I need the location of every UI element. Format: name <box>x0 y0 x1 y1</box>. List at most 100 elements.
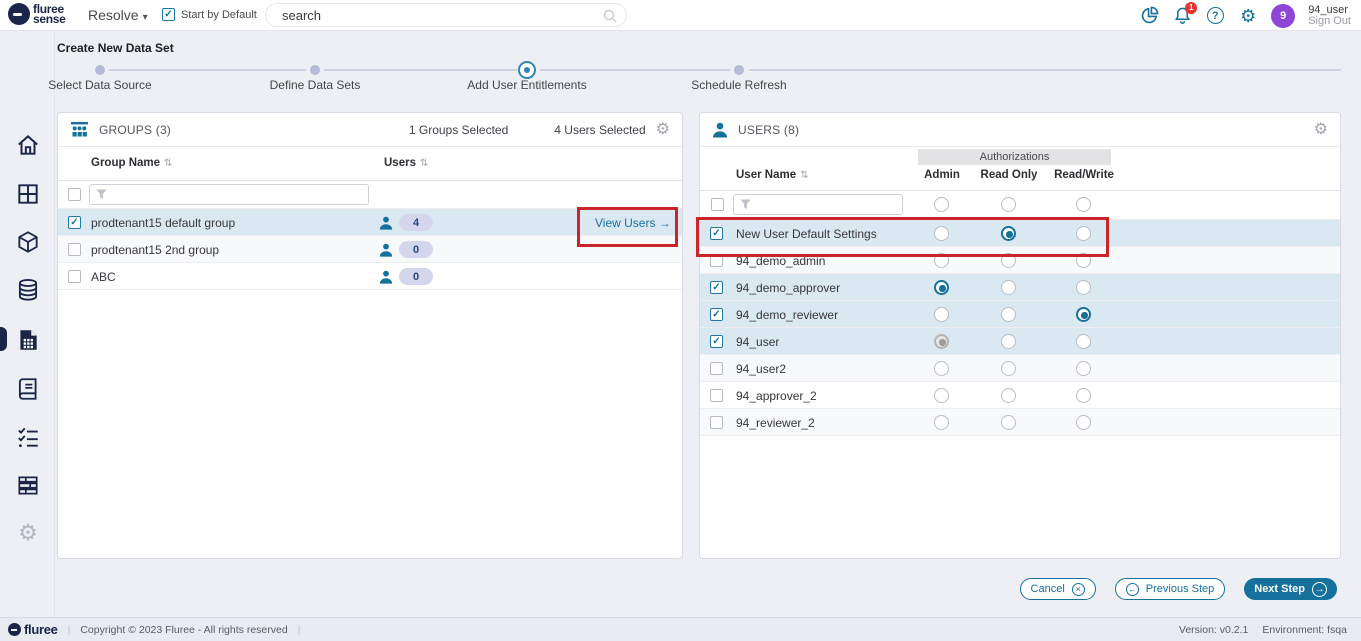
radio-col-admin[interactable] <box>934 280 949 295</box>
search-box <box>265 3 627 27</box>
annotation-box-new-user-default-settings <box>696 217 1109 257</box>
row-checkbox[interactable] <box>710 389 723 402</box>
notifications-bell-icon[interactable]: 1 <box>1172 6 1192 26</box>
sign-out-link[interactable]: Sign Out <box>1308 16 1351 27</box>
row-checkbox[interactable]: ✓ <box>710 308 723 321</box>
col-group-name[interactable]: Group Name⇅ <box>91 157 172 169</box>
users-filter-input[interactable] <box>733 194 903 215</box>
row-checkbox[interactable] <box>710 416 723 429</box>
user-name: 94_user <box>1308 5 1351 16</box>
radio-col-rw[interactable] <box>1076 280 1091 295</box>
sidebar-item-grid[interactable] <box>15 181 41 207</box>
groups-table-header: Group Name⇅ Users⇅ <box>58 147 682 181</box>
user-row[interactable]: 94_approver_2 <box>700 382 1340 409</box>
groups-panel: GROUPS (3) 1 Groups Selected 4 Users Sel… <box>57 112 683 559</box>
user-row[interactable]: 94_reviewer_2 <box>700 409 1340 436</box>
groups-select-all-checkbox[interactable] <box>68 188 81 201</box>
radio-col-admin[interactable] <box>934 307 949 322</box>
radio-col-admin[interactable] <box>934 415 949 430</box>
stepper-line <box>749 69 1341 71</box>
sidebar-item-database[interactable] <box>15 277 41 303</box>
row-checkbox[interactable] <box>710 362 723 375</box>
database-icon <box>15 277 41 303</box>
step-dot-schedule-refresh[interactable] <box>734 65 744 75</box>
radio-col-rw[interactable] <box>1076 361 1091 376</box>
page-title: Create New Data Set <box>57 41 174 55</box>
radio-col-ro[interactable] <box>1001 361 1016 376</box>
sidebar-item-datasets-active[interactable] <box>15 327 41 353</box>
sort-icon[interactable]: ⇅ <box>164 158 172 169</box>
step-dot-add-user-entitlements[interactable] <box>518 61 536 79</box>
step-dot-define-data-sets[interactable] <box>310 65 320 75</box>
radio-col-ro[interactable] <box>1001 388 1016 403</box>
users-filter-row <box>700 191 1340 220</box>
logo-text: fluree sense <box>33 4 66 24</box>
help-icon[interactable]: ? <box>1205 6 1225 26</box>
person-icon <box>379 216 393 230</box>
group-users-cell: 0 <box>379 241 433 258</box>
radio-col-ro[interactable] <box>1001 307 1016 322</box>
user-row[interactable]: ✓94_demo_approver <box>700 274 1340 301</box>
col-users[interactable]: Users⇅ <box>384 157 428 169</box>
radio-col-admin[interactable] <box>934 361 949 376</box>
row-checkbox[interactable]: ✓ <box>710 335 723 348</box>
filter-radio-read-write[interactable] <box>1076 197 1091 212</box>
user-row[interactable]: 94_user2 <box>700 355 1340 382</box>
user-row[interactable]: ✓94_demo_reviewer <box>700 301 1340 328</box>
analytics-pie-icon[interactable] <box>1139 6 1159 26</box>
next-step-button[interactable]: Next Step → <box>1244 578 1337 600</box>
previous-step-button[interactable]: ← Previous Step <box>1115 578 1225 600</box>
groups-panel-gear-icon[interactable]: ⚙ <box>656 122 670 138</box>
radio-col-ro[interactable] <box>1001 334 1016 349</box>
resolve-dropdown[interactable]: Resolve▾ <box>88 7 148 23</box>
sort-icon[interactable]: ⇅ <box>420 158 428 169</box>
search-input[interactable] <box>266 4 626 26</box>
sort-icon[interactable]: ⇅ <box>800 170 808 181</box>
radio-col-rw[interactable] <box>1076 388 1091 403</box>
radio-col-admin[interactable] <box>934 334 949 349</box>
radio-col-admin[interactable] <box>934 388 949 403</box>
stepper-line <box>540 69 730 71</box>
user-name: 94_user <box>736 335 779 349</box>
sidebar-item-catalog[interactable] <box>15 376 41 402</box>
user-row[interactable]: ✓ 94_user <box>700 328 1340 355</box>
col-user-name[interactable]: User Name⇅ <box>736 169 808 181</box>
filter-icon <box>96 189 107 200</box>
sidebar-item-cube[interactable] <box>15 229 41 255</box>
settings-gear-icon[interactable]: ⚙ <box>1238 6 1258 26</box>
radio-col-ro[interactable] <box>1001 415 1016 430</box>
logo-line2: sense <box>33 14 66 24</box>
step-dot-select-data-source[interactable] <box>95 65 105 75</box>
user-name: 94_reviewer_2 <box>736 416 815 430</box>
sidebar-item-settings[interactable]: ⚙ <box>15 521 41 547</box>
row-checkbox[interactable] <box>68 243 81 256</box>
radio-col-rw[interactable] <box>1076 307 1091 322</box>
radio-col-rw[interactable] <box>1076 334 1091 349</box>
col-read-write: Read/Write <box>1054 169 1114 181</box>
sidebar-item-home[interactable] <box>15 132 41 158</box>
avatar[interactable]: 9 <box>1271 4 1295 28</box>
start-by-default-checkbox[interactable]: ✓ <box>162 8 175 21</box>
radio-col-ro[interactable] <box>1001 280 1016 295</box>
group-row[interactable]: ABC0 <box>58 263 682 290</box>
filter-radio-admin[interactable] <box>934 197 949 212</box>
fluree-sense-logo[interactable]: fluree sense <box>8 3 66 25</box>
groups-filter-input[interactable] <box>89 184 369 205</box>
book-icon <box>15 376 41 402</box>
group-name: prodtenant15 2nd group <box>91 243 219 257</box>
divider: | <box>68 624 71 636</box>
radio-col-rw[interactable] <box>1076 415 1091 430</box>
users-panel-gear-icon[interactable]: ⚙ <box>1314 122 1328 138</box>
groups-panel-title: GROUPS (3) <box>99 123 171 137</box>
cancel-button[interactable]: Cancel × <box>1020 578 1096 600</box>
row-checkbox[interactable]: ✓ <box>710 281 723 294</box>
dataset-file-icon <box>15 327 41 353</box>
users-select-all-checkbox[interactable] <box>711 198 724 211</box>
top-bar: fluree sense Resolve▾ ✓ Start by Default… <box>0 0 1361 31</box>
row-checkbox[interactable] <box>68 270 81 283</box>
person-icon <box>379 243 393 257</box>
row-checkbox[interactable]: ✓ <box>68 216 81 229</box>
sidebar-item-pipelines[interactable] <box>15 472 41 498</box>
sidebar-item-tasks[interactable] <box>15 424 41 450</box>
filter-radio-read-only[interactable] <box>1001 197 1016 212</box>
